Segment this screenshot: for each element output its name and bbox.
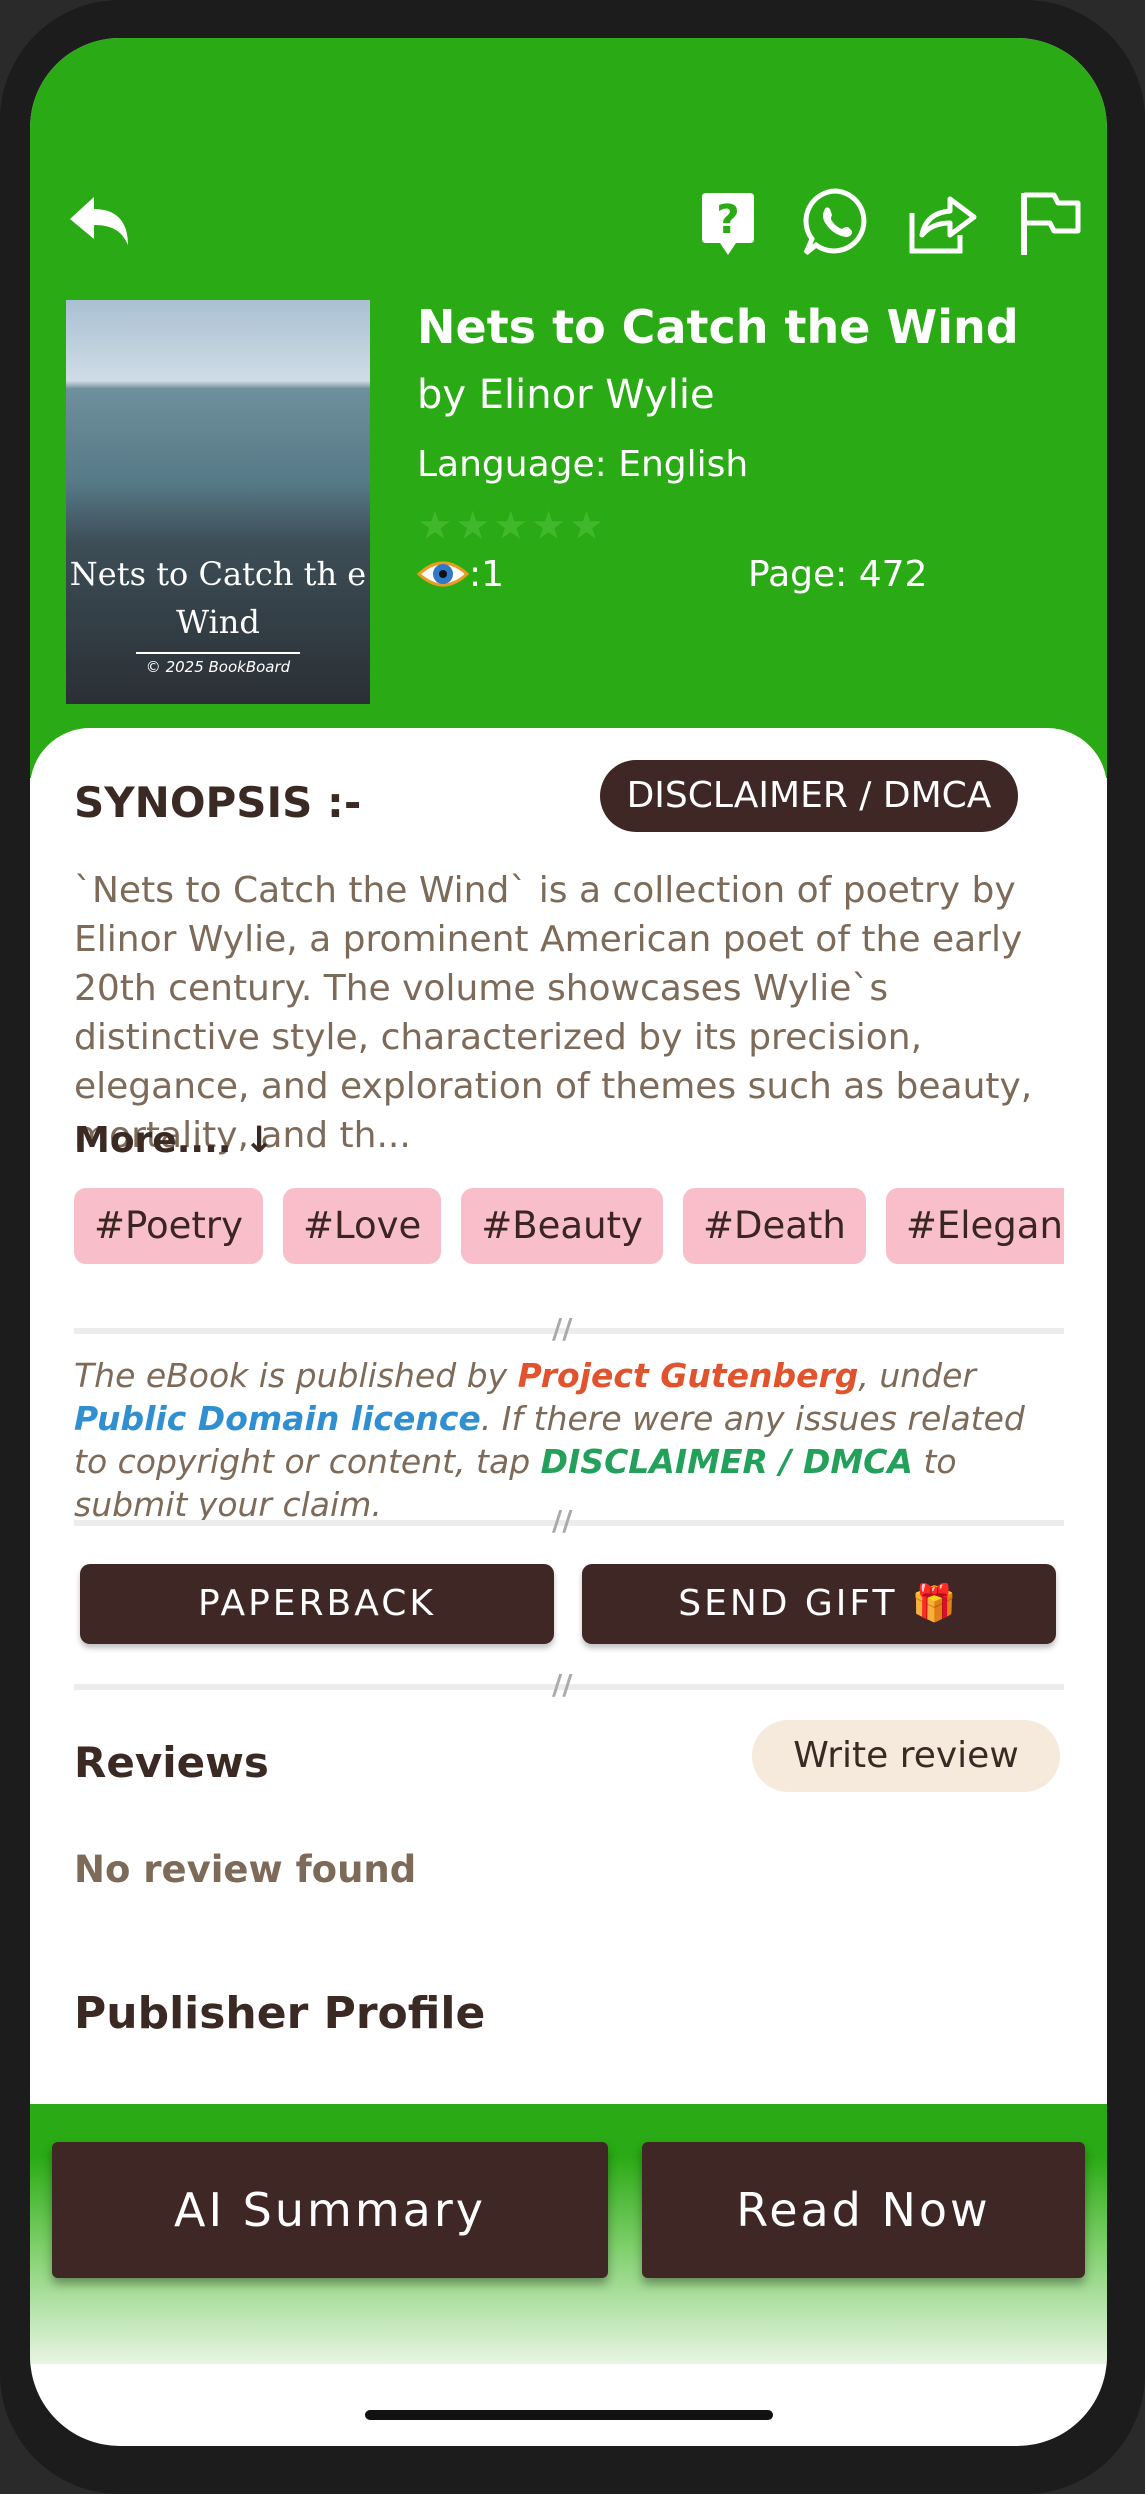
phone-frame: ? Nets to Catch th e Wind © 2025 BookBoa… <box>0 0 1145 2494</box>
back-arrow-icon[interactable] <box>60 183 140 263</box>
share-icon[interactable] <box>902 183 982 263</box>
home-indicator[interactable] <box>365 2410 773 2420</box>
book-author[interactable]: by Elinor Wylie <box>417 372 715 418</box>
book-header: ? Nets to Catch th e Wind © 2025 BookBoa… <box>30 38 1107 778</box>
disclaimer-dmca-button[interactable]: DISCLAIMER / DMCA <box>600 760 1018 832</box>
book-cover[interactable]: Nets to Catch th e Wind © 2025 BookBoard <box>66 300 370 704</box>
view-count: :1 <box>417 554 504 595</box>
view-count-value: :1 <box>469 554 505 595</box>
read-now-button[interactable]: Read Now <box>642 2142 1085 2278</box>
notice-text: The eBook is published by <box>74 1356 518 1395</box>
divider: // <box>74 1504 1064 1537</box>
paperback-button[interactable]: PAPERBACK <box>80 1564 554 1644</box>
tag-beauty[interactable]: #Beauty <box>461 1188 663 1264</box>
help-icon[interactable]: ? <box>688 183 768 263</box>
tag-love[interactable]: #Love <box>283 1188 442 1264</box>
public-domain-link[interactable]: Public Domain licence <box>74 1399 481 1438</box>
book-language: Language: English <box>417 444 749 485</box>
send-gift-button[interactable]: SEND GIFT 🎁 <box>582 1564 1056 1644</box>
page-count: Page: 472 <box>748 554 928 595</box>
rating-stars[interactable]: ★★★★★ <box>417 503 606 549</box>
dmca-link[interactable]: DISCLAIMER / DMCA <box>541 1442 913 1481</box>
ai-summary-button[interactable]: AI Summary <box>52 2142 608 2278</box>
synopsis-heading: SYNOPSIS :- <box>74 778 362 827</box>
tag-death[interactable]: #Death <box>682 1188 866 1264</box>
eye-icon <box>417 561 469 587</box>
no-review-text: No review found <box>74 1848 417 1891</box>
details-card: SYNOPSIS :- DISCLAIMER / DMCA `Nets to C… <box>30 728 1107 2228</box>
publisher-profile-heading: Publisher Profile <box>74 1988 486 2039</box>
top-toolbar: ? <box>30 183 1107 273</box>
divider: // <box>74 1668 1064 1701</box>
tag-list: #Poetry#Love#Beauty#Death#Elegance <box>74 1188 1064 1268</box>
divider-mark-icon: // <box>552 1668 573 1701</box>
copyright-notice: The eBook is published by Project Gutenb… <box>74 1354 1064 1526</box>
notice-text: , under <box>858 1356 977 1395</box>
reviews-heading: Reviews <box>74 1738 269 1787</box>
divider-mark-icon: // <box>552 1504 573 1537</box>
screen: ? Nets to Catch th e Wind © 2025 BookBoa… <box>30 38 1107 2446</box>
divider-mark-icon: // <box>552 1312 573 1345</box>
more-button[interactable]: More.... ↓ <box>74 1120 274 1161</box>
write-review-button[interactable]: Write review <box>752 1720 1060 1792</box>
cover-divider <box>136 652 300 654</box>
book-title: Nets to Catch the Wind <box>417 300 1019 354</box>
synopsis-text: `Nets to Catch the Wind` is a collection… <box>74 870 1033 1156</box>
cover-title: Nets to Catch th e Wind <box>69 555 367 641</box>
svg-text:?: ? <box>716 197 739 243</box>
tag-poetry[interactable]: #Poetry <box>74 1188 264 1264</box>
project-gutenberg-link[interactable]: Project Gutenberg <box>518 1356 859 1395</box>
whatsapp-icon[interactable] <box>796 183 876 263</box>
flag-icon[interactable] <box>1010 183 1090 263</box>
cover-copyright: © 2025 BookBoard <box>145 658 291 676</box>
divider: // <box>74 1312 1064 1345</box>
tag-elegance[interactable]: #Elegance <box>885 1188 1064 1264</box>
